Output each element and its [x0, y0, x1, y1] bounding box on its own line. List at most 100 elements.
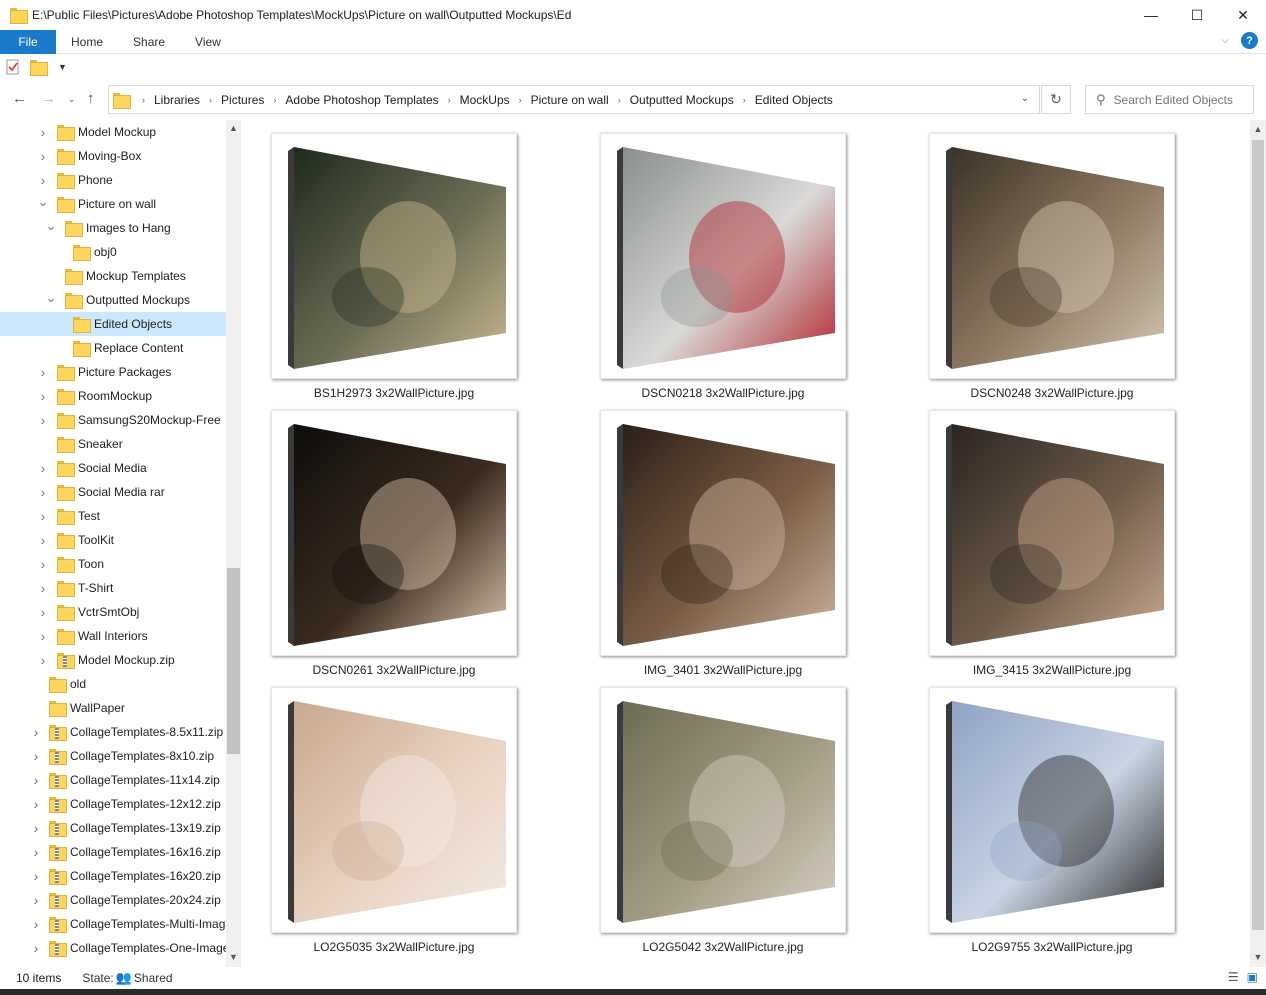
file-view-scrollbar[interactable]: ▲ ▼: [1250, 120, 1266, 967]
chevron-right-icon[interactable]: ›: [37, 604, 49, 620]
scrollbar-thumb[interactable]: [1252, 140, 1264, 930]
chevron-right-icon[interactable]: ›: [37, 364, 49, 380]
tab-view[interactable]: View: [180, 30, 236, 54]
maximize-button[interactable]: ☐: [1174, 0, 1220, 30]
chevron-right-icon[interactable]: ›: [37, 412, 49, 428]
forward-arrow-icon[interactable]: →: [41, 90, 56, 107]
breadcrumb-item[interactable]: Adobe Photoshop Templates: [285, 93, 438, 107]
properties-icon[interactable]: [6, 59, 20, 75]
chevron-right-icon[interactable]: ›: [37, 652, 49, 668]
up-arrow-icon[interactable]: ↑: [87, 90, 95, 107]
file-tile[interactable]: LO2G5042 3x2WallPicture.jpg: [600, 687, 846, 957]
breadcrumb-separator-icon[interactable]: ›: [209, 95, 212, 105]
tree-item[interactable]: › CollageTemplates-13x19.zip: [0, 816, 226, 840]
chevron-right-icon[interactable]: ›: [30, 724, 42, 740]
minimize-button[interactable]: —: [1128, 0, 1174, 30]
tree-item[interactable]: › Social Media rar: [0, 480, 226, 504]
customize-toolbar-icon[interactable]: ▼: [58, 62, 67, 72]
file-tile[interactable]: DSCN0248 3x2WallPicture.jpg: [929, 133, 1175, 403]
tree-item[interactable]: › T-Shirt: [0, 576, 226, 600]
breadcrumb-item[interactable]: Outputted Mockups: [630, 93, 734, 107]
breadcrumb-separator-icon[interactable]: ›: [448, 95, 451, 105]
breadcrumb-separator-icon[interactable]: ›: [142, 95, 145, 105]
file-tile[interactable]: BS1H2973 3x2WallPicture.jpg: [271, 133, 517, 403]
tree-item[interactable]: › CollageTemplates-One-Image: [0, 936, 229, 960]
tree-item[interactable]: › CollageTemplates-16x20.zip: [0, 864, 226, 888]
help-icon[interactable]: ?: [1241, 32, 1258, 49]
search-box[interactable]: ⚲: [1085, 85, 1254, 114]
recent-locations-chevron-icon[interactable]: ⌄: [68, 94, 76, 105]
tree-item[interactable]: › Moving-Box: [0, 144, 226, 168]
search-input[interactable]: [1113, 92, 1244, 107]
tree-item[interactable]: › RoomMockup: [0, 384, 226, 408]
expand-ribbon-chevron-icon[interactable]: ⌵: [1221, 35, 1229, 46]
tree-item[interactable]: › CollageTemplates-16x16.zip: [0, 840, 226, 864]
tree-item[interactable]: › CollageTemplates-11x14.zip: [0, 768, 226, 792]
chevron-down-icon[interactable]: ⌄: [37, 194, 49, 210]
chevron-right-icon[interactable]: ›: [37, 580, 49, 596]
chevron-right-icon[interactable]: ›: [37, 148, 49, 164]
chevron-down-icon[interactable]: ⌄: [45, 290, 57, 306]
tree-item[interactable]: Mockup Templates: [0, 264, 226, 288]
breadcrumb-item[interactable]: Pictures: [221, 93, 264, 107]
chevron-right-icon[interactable]: ›: [30, 748, 42, 764]
scroll-down-icon[interactable]: ▼: [226, 952, 241, 962]
tree-item[interactable]: ⌄ Picture on wall: [0, 192, 226, 216]
close-button[interactable]: ✕: [1220, 0, 1266, 30]
file-tile[interactable]: DSCN0261 3x2WallPicture.jpg: [271, 410, 517, 680]
chevron-right-icon[interactable]: ›: [37, 508, 49, 524]
tree-item[interactable]: › Model Mockup.zip: [0, 648, 226, 672]
breadcrumb-item[interactable]: Libraries: [154, 93, 200, 107]
tree-item[interactable]: ⌄ Images to Hang: [0, 216, 226, 240]
chevron-right-icon[interactable]: ›: [30, 892, 42, 908]
chevron-right-icon[interactable]: ›: [37, 124, 49, 140]
tree-item[interactable]: › Model Mockup: [0, 120, 226, 144]
tree-item[interactable]: › CollageTemplates-12x12.zip: [0, 792, 226, 816]
chevron-right-icon[interactable]: ›: [37, 484, 49, 500]
tree-item[interactable]: ⌄ Outputted Mockups: [0, 288, 226, 312]
tree-item[interactable]: › Test: [0, 504, 226, 528]
tree-item[interactable]: › CollageTemplates-Multi-Imag: [0, 912, 226, 936]
navigation-pane-scrollbar[interactable]: ▲ ▼: [226, 120, 241, 967]
tree-item[interactable]: › SamsungS20Mockup-Free: [0, 408, 226, 432]
file-tile[interactable]: DSCN0218 3x2WallPicture.jpg: [600, 133, 846, 403]
tree-item[interactable]: › Phone: [0, 168, 226, 192]
tree-item[interactable]: › Social Media: [0, 456, 226, 480]
file-tile[interactable]: LO2G9755 3x2WallPicture.jpg: [929, 687, 1175, 957]
tree-item[interactable]: › CollageTemplates-8.5x11.zip: [0, 720, 226, 744]
refresh-button[interactable]: ↻: [1041, 85, 1071, 114]
back-arrow-icon[interactable]: ←: [12, 90, 27, 107]
tab-share[interactable]: Share: [118, 30, 180, 54]
tree-item[interactable]: Replace Content: [0, 336, 226, 360]
tree-item[interactable]: Sneaker: [0, 432, 226, 456]
breadcrumb-item[interactable]: Edited Objects: [755, 93, 833, 107]
tree-item[interactable]: WallPaper: [0, 696, 226, 720]
breadcrumb-item[interactable]: Picture on wall: [531, 93, 609, 107]
address-bar[interactable]: › Libraries › Pictures › Adobe Photoshop Temp…: [108, 85, 1040, 114]
chevron-right-icon[interactable]: ›: [30, 796, 42, 812]
large-icons-view-icon[interactable]: ▣: [1247, 970, 1258, 984]
breadcrumb-item[interactable]: MockUps: [460, 93, 510, 107]
scrollbar-thumb[interactable]: [227, 568, 240, 754]
scroll-up-icon[interactable]: ▲: [226, 123, 241, 133]
scroll-down-icon[interactable]: ▼: [1250, 952, 1266, 962]
tree-item[interactable]: obj0: [0, 240, 226, 264]
new-folder-icon[interactable]: [30, 60, 48, 76]
chevron-right-icon[interactable]: ›: [37, 628, 49, 644]
chevron-right-icon[interactable]: ›: [30, 868, 42, 884]
breadcrumb-separator-icon[interactable]: ›: [743, 95, 746, 105]
scroll-up-icon[interactable]: ▲: [1250, 124, 1266, 134]
chevron-right-icon[interactable]: ›: [30, 940, 42, 956]
chevron-right-icon[interactable]: ›: [37, 388, 49, 404]
tree-item[interactable]: › VctrSmtObj: [0, 600, 226, 624]
tree-item[interactable]: › CollageTemplates-8x10.zip: [0, 744, 226, 768]
tree-item[interactable]: › Picture Packages: [0, 360, 226, 384]
chevron-down-icon[interactable]: ⌄: [45, 218, 57, 234]
chevron-right-icon[interactable]: ›: [30, 772, 42, 788]
file-tile[interactable]: IMG_3401 3x2WallPicture.jpg: [600, 410, 846, 680]
tab-home[interactable]: Home: [56, 30, 118, 54]
address-history-chevron-icon[interactable]: ⌄: [1021, 93, 1029, 104]
chevron-right-icon[interactable]: ›: [30, 820, 42, 836]
breadcrumb-separator-icon[interactable]: ›: [273, 95, 276, 105]
tree-item[interactable]: old: [0, 672, 226, 696]
